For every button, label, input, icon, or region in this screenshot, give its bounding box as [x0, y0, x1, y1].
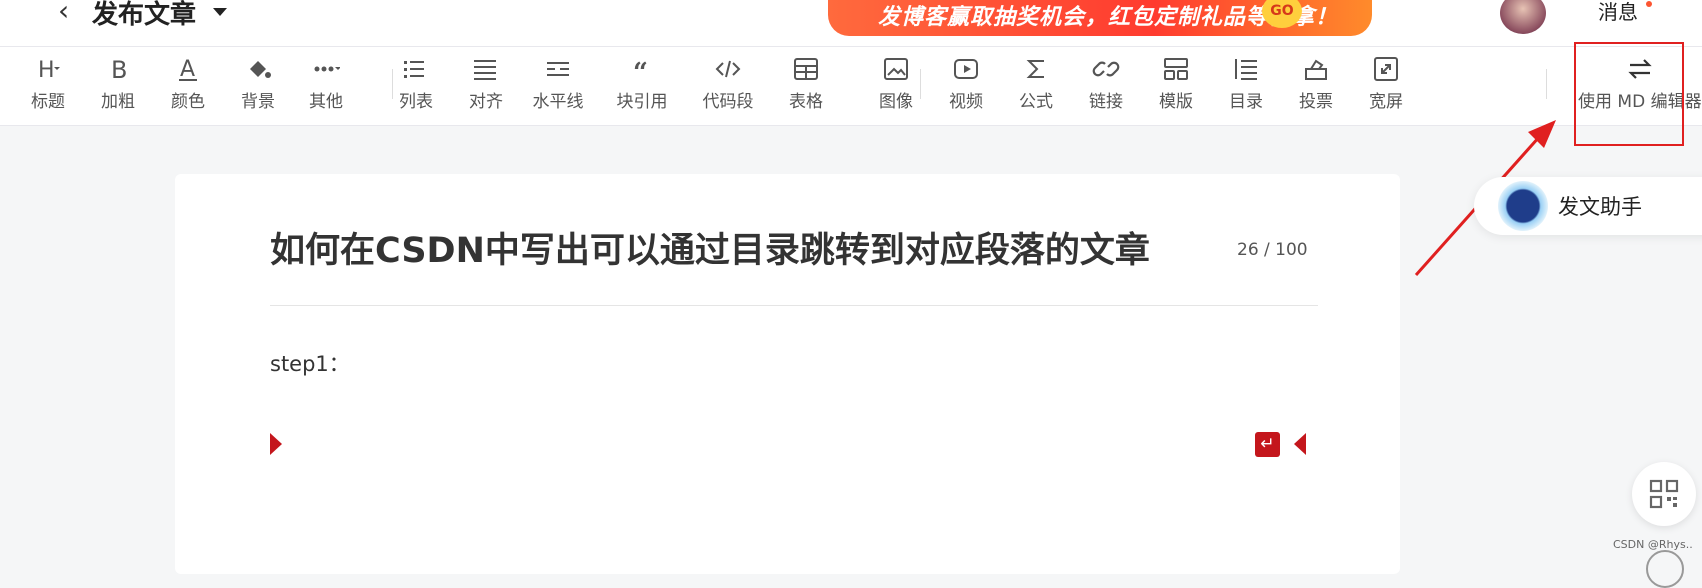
assistant-label: 发文助手	[1558, 195, 1642, 219]
title-char-counter: 26 / 100	[1237, 240, 1308, 260]
enter-icon: ↵	[1255, 432, 1280, 457]
assistant-robot-icon	[1498, 181, 1548, 231]
article-title-input[interactable]: 如何在CSDN中写出可以通过目录跳转到对应段落的文章	[270, 222, 1150, 273]
anchor-start-marker	[270, 433, 282, 455]
writing-assistant-button[interactable]: 发文助手	[1474, 177, 1702, 235]
qrcode-icon	[1649, 479, 1679, 509]
editor-card: 如何在CSDN中写出可以通过目录跳转到对应段落的文章 26 / 100 step…	[175, 174, 1400, 574]
title-divider	[270, 305, 1318, 306]
qrcode-button[interactable]	[1632, 462, 1696, 526]
watermark: CSDN @Rhys..	[1613, 538, 1693, 551]
help-icon[interactable]	[1646, 550, 1684, 588]
editor-paragraph[interactable]: step1：	[270, 348, 350, 378]
anchor-end-marker	[1294, 433, 1306, 455]
